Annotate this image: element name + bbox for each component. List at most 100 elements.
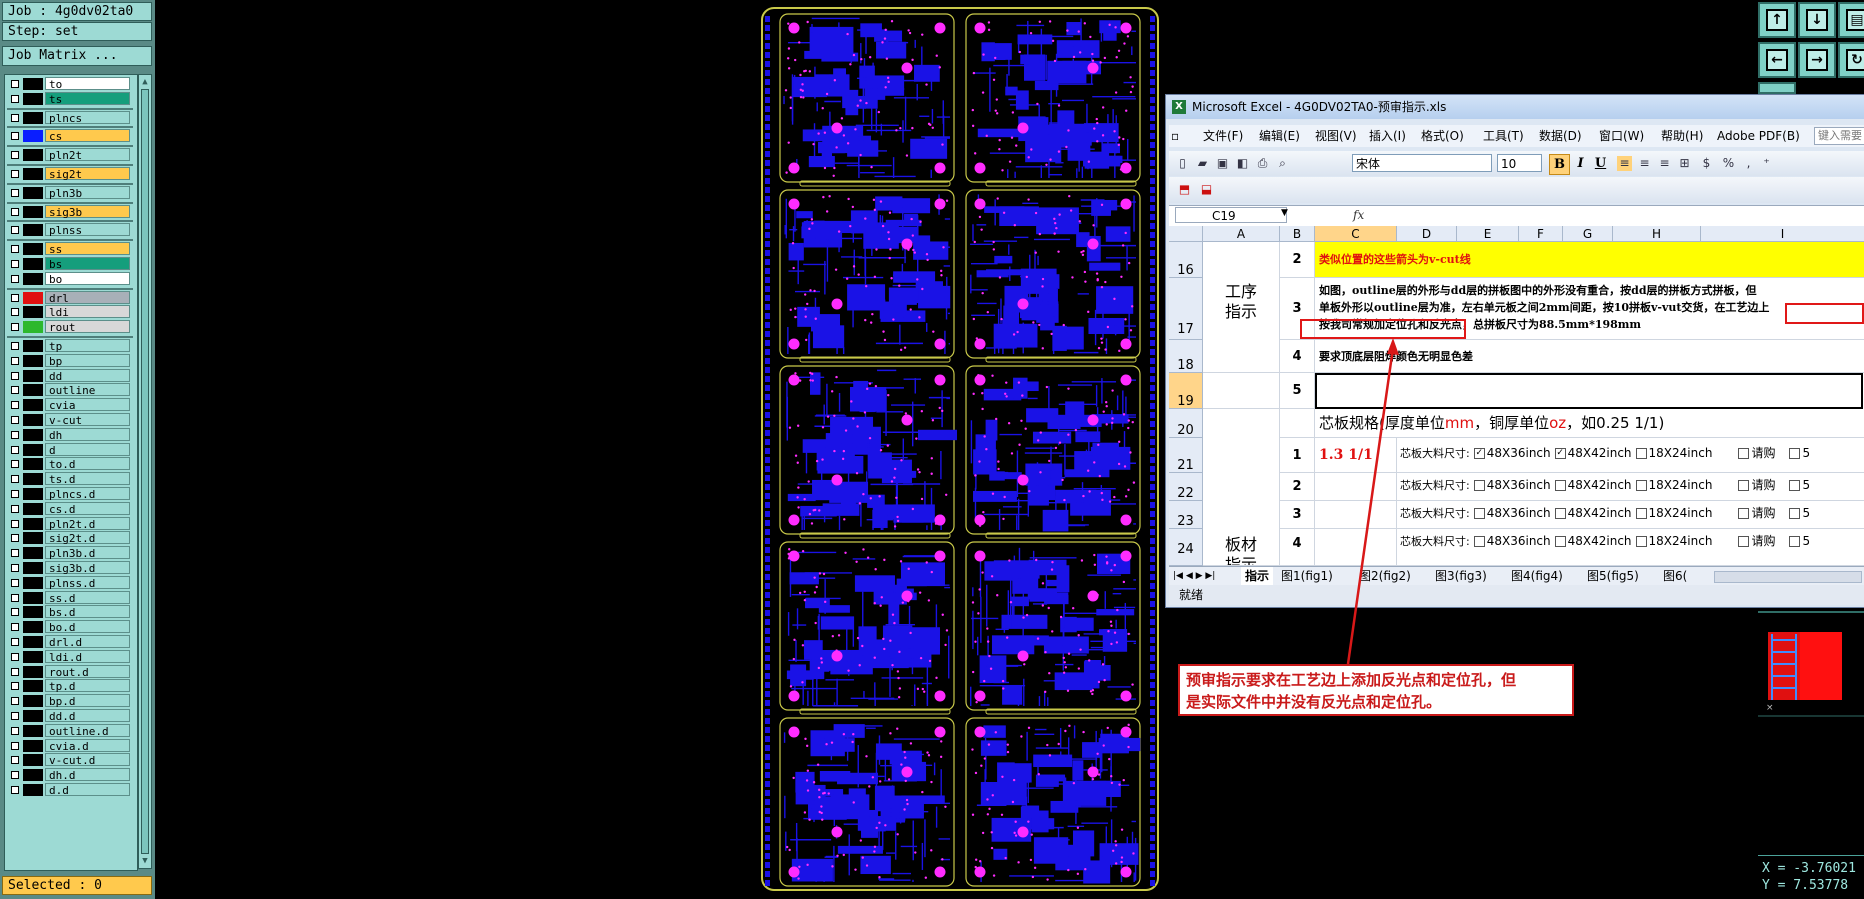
layer-checkbox[interactable] [11, 564, 19, 572]
layer-color-swatch[interactable] [23, 769, 43, 782]
layer-checkbox[interactable] [11, 578, 19, 587]
checkbox-48x42[interactable] [1554, 508, 1566, 519]
layer-checkbox[interactable] [11, 608, 19, 617]
layer-row-dd-d[interactable]: dd.d [7, 709, 133, 723]
cell-b24[interactable]: 4 [1280, 529, 1315, 566]
layer-name[interactable]: ldi [45, 305, 130, 319]
checkbox-purchase[interactable] [1738, 536, 1750, 547]
layer-row-plncs[interactable]: plncs [7, 110, 133, 125]
layer-color-swatch[interactable] [23, 443, 43, 456]
layer-row-pln2t[interactable]: pln2t [7, 148, 133, 162]
font-name-select[interactable]: 宋体 [1352, 154, 1492, 172]
checkbox-purchase[interactable] [1738, 448, 1750, 459]
layer-color-swatch[interactable] [23, 186, 43, 199]
layer-name[interactable]: cvia [45, 398, 130, 412]
layer-name[interactable]: sig2t [45, 167, 130, 181]
layer-row-drl[interactable]: drl [7, 290, 133, 305]
row-header-20[interactable]: 20 [1169, 409, 1203, 438]
checkbox-48x42[interactable]: ✓ [1554, 448, 1566, 459]
layer-name[interactable]: rout.d [45, 664, 130, 679]
checkbox-purchase[interactable] [1738, 480, 1750, 491]
cell-c22[interactable] [1315, 473, 1397, 501]
layer-name[interactable]: bo [45, 271, 130, 286]
layer-color-swatch[interactable] [23, 291, 43, 304]
layer-color-swatch[interactable] [23, 78, 43, 90]
layer-checkbox[interactable] [11, 697, 19, 706]
align-center-icon[interactable]: ≡ [1637, 156, 1652, 171]
layer-row-ts[interactable]: ts [7, 91, 133, 106]
layer-row-bs[interactable]: bs [7, 257, 133, 271]
layer-row-pln3b-d[interactable]: pln3b.d [7, 546, 133, 560]
layer-name[interactable]: pln3b.d [45, 546, 130, 560]
open-folder-icon[interactable]: ▰ [1195, 156, 1210, 171]
layer-name[interactable]: dh [45, 427, 130, 442]
layer-checkbox[interactable] [11, 151, 19, 160]
layer-row-ss-d[interactable]: ss.d [7, 590, 133, 605]
font-size-select[interactable]: 10 [1497, 154, 1542, 172]
layer-checkbox[interactable] [11, 226, 19, 235]
menu-edit[interactable]: 编辑(E) [1259, 125, 1300, 147]
layer-name[interactable]: bs [45, 257, 130, 271]
layer-row-cs[interactable]: cs [7, 129, 133, 143]
sheet-tab-fig3[interactable]: 图3(fig3) [1435, 567, 1487, 585]
scroll-thumb[interactable] [141, 89, 149, 854]
layer-checkbox[interactable] [11, 323, 19, 332]
column-header-f[interactable]: F [1519, 226, 1563, 242]
layer-name[interactable]: plncs.d [45, 487, 130, 501]
checkbox-18x24[interactable] [1635, 536, 1647, 547]
align-right-icon[interactable]: ≡ [1657, 156, 1672, 171]
pcb-panel-view[interactable] [760, 6, 1160, 892]
layer-color-swatch[interactable] [23, 724, 43, 737]
layer-checkbox[interactable] [11, 771, 19, 780]
cell-c24[interactable] [1315, 529, 1397, 566]
layer-name[interactable]: ss.d [45, 590, 130, 605]
layer-color-swatch[interactable] [23, 502, 43, 515]
cell-b19[interactable]: 5 [1280, 373, 1315, 409]
layer-row-to-d[interactable]: to.d [7, 457, 133, 471]
layer-checkbox[interactable] [11, 245, 19, 254]
layer-name[interactable]: v-cut [45, 413, 130, 427]
row-header-24[interactable]: 24 [1169, 529, 1203, 566]
layer-checkbox[interactable] [11, 475, 19, 484]
layer-checkbox[interactable] [11, 356, 19, 365]
layer-name[interactable]: cs [45, 129, 130, 143]
layer-row-bo-d[interactable]: bo.d [7, 620, 133, 634]
pan-right-button[interactable]: → [1798, 42, 1836, 78]
layer-color-swatch[interactable] [23, 149, 43, 162]
layer-name[interactable]: bo.d [45, 620, 130, 634]
comma-style-icon[interactable]: , [1741, 156, 1756, 171]
layer-color-swatch[interactable] [23, 591, 43, 604]
sheet-tab-fig1[interactable]: 图1(fig1) [1281, 567, 1333, 585]
layer-checkbox[interactable] [11, 623, 19, 632]
cell-b20[interactable] [1280, 409, 1315, 438]
pan-down-button[interactable]: ↓ [1798, 2, 1836, 38]
layer-checkbox[interactable] [11, 113, 19, 122]
layer-name[interactable]: sig3b.d [45, 561, 130, 575]
layer-checkbox[interactable] [11, 549, 19, 558]
menu-insert[interactable]: 插入(I) [1369, 125, 1406, 147]
layer-name[interactable]: dd [45, 368, 130, 383]
layer-name[interactable]: d [45, 442, 130, 457]
layer-color-swatch[interactable] [23, 428, 43, 441]
toolbar-extra-button[interactable] [1758, 82, 1796, 94]
row-header-18[interactable]: 18 [1169, 340, 1203, 373]
layer-name[interactable]: pln3b [45, 185, 130, 200]
menu-file[interactable]: 文件(F) [1203, 125, 1243, 147]
layer-row-d[interactable]: d [7, 442, 133, 457]
pan-up-button[interactable]: ↑ [1758, 2, 1796, 38]
scroll-up-icon[interactable]: ▲ [140, 77, 150, 87]
layer-checkbox[interactable] [11, 593, 19, 602]
cell-c21-core-spec[interactable]: 1.3 1/1 [1315, 438, 1397, 473]
layer-color-swatch[interactable] [23, 224, 43, 237]
layer-row-ss[interactable]: ss [7, 242, 133, 256]
layer-checkbox[interactable] [11, 94, 19, 103]
bold-button[interactable]: B [1549, 154, 1570, 175]
layer-color-swatch[interactable] [23, 547, 43, 560]
layer-name[interactable]: sig2t.d [45, 531, 130, 545]
layer-color-swatch[interactable] [23, 130, 43, 143]
scroll-down-icon[interactable]: ▼ [140, 856, 150, 866]
layer-row-outline[interactable]: outline [7, 383, 133, 397]
layer-name[interactable]: outline [45, 383, 130, 397]
underline-button[interactable]: U [1591, 154, 1610, 173]
convert-pdf-icon[interactable]: ⬒ [1177, 182, 1192, 197]
